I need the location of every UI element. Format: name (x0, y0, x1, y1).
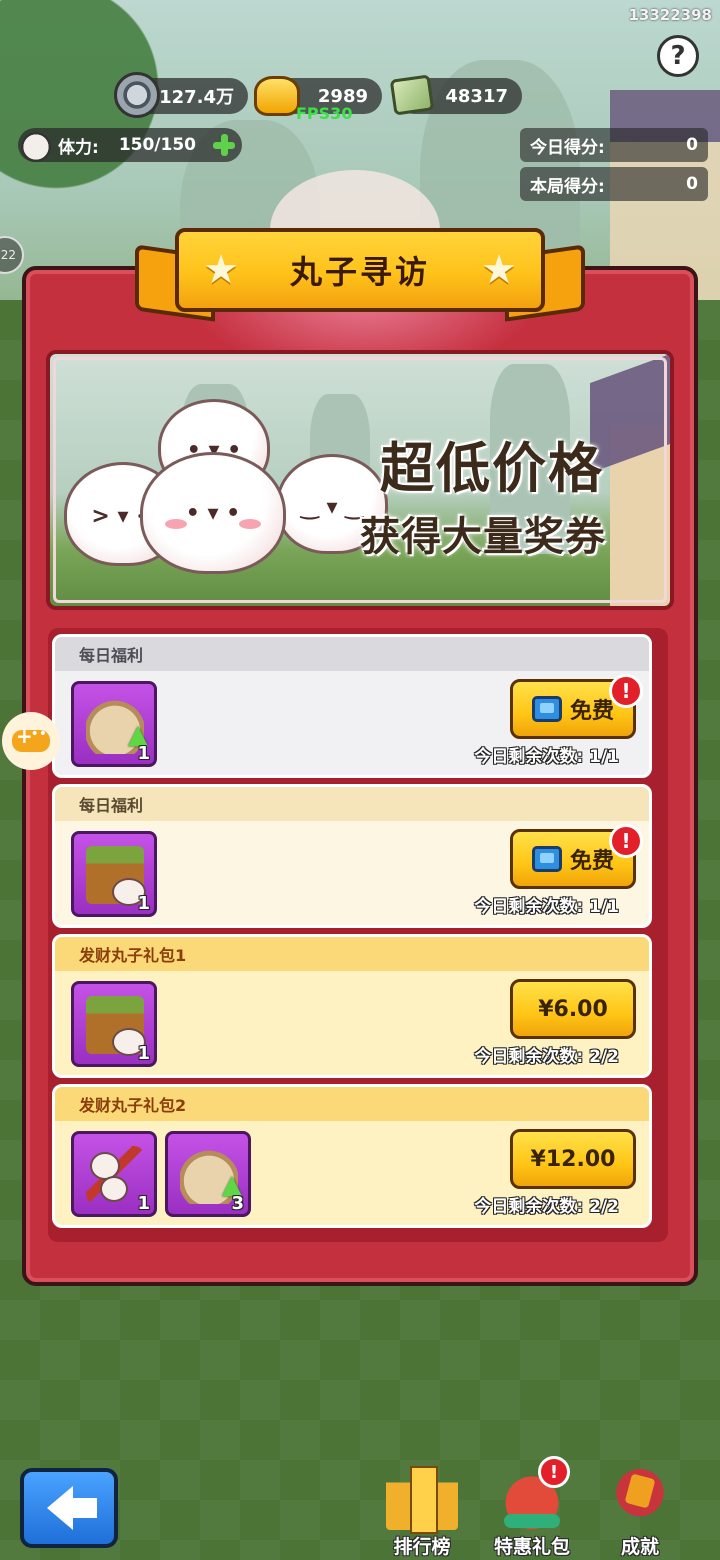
button-label: ¥6.00 (538, 996, 608, 1022)
remaining-count: 今日剩余次数: 2/2 (474, 1047, 619, 1067)
reward-item-slot[interactable]: 1 (71, 831, 157, 917)
offer-card: 发财丸子礼包1 1 ¥6.00 今日剩余次数: 2/2 (52, 934, 652, 1078)
stamina-label: 体力: (58, 137, 99, 158)
podium-icon (386, 1462, 458, 1534)
offer-card: 发财丸子礼包2 1 3 ¥12.00 今日剩余次数: 2/2 (52, 1084, 652, 1228)
ticket-icon (389, 74, 435, 116)
coin-counter: 127.4万 (114, 72, 248, 118)
coin-value: 127.4万 (159, 87, 234, 108)
button-label: ¥12.00 (530, 1146, 616, 1172)
flour-sack-upgrade-icon (180, 1146, 242, 1204)
remaining-count: 今日剩余次数: 2/2 (474, 1197, 619, 1217)
today-score-label: 今日得分: (530, 137, 605, 158)
reward-item-slot[interactable]: 1 (71, 981, 157, 1067)
title-ribbon: ★ 丸子寻访 ★ (135, 228, 585, 324)
item-count: 1 (137, 1043, 150, 1064)
coin-icon (114, 72, 160, 118)
nav-achievement[interactable]: 成就 (590, 1462, 690, 1560)
promo-banner: • ▾ • > ▾ < ‿ ▾ ‿ • ▾ • 超低价格 获得大量奖券 (46, 350, 674, 610)
fps-counter: FPS30 (296, 104, 353, 123)
remaining-count: 今日剩余次数: 1/1 (474, 897, 619, 917)
panel-title: 丸子寻访 (289, 253, 430, 291)
offer-title: 每日福利 (55, 637, 649, 671)
ticket-value: 48317 (445, 85, 508, 107)
alert-icon: ! (609, 824, 643, 858)
nav-leaderboard[interactable]: 排行榜 (372, 1462, 472, 1560)
gamepad-icon (12, 724, 50, 752)
item-count: 1 (137, 743, 150, 764)
reward-item-slot[interactable]: 1 (71, 1131, 157, 1217)
user-id: 13322398 (628, 6, 713, 24)
dumpling-box-icon (86, 996, 146, 1056)
today-score-row: 今日得分: 0 (520, 128, 708, 162)
alert-icon: ! (538, 1456, 570, 1488)
dumpling-skewer-icon (86, 1146, 144, 1204)
stamina-bar: 体力: 150/150 (16, 125, 242, 165)
back-button[interactable] (20, 1468, 118, 1548)
add-stamina-plus-icon[interactable] (212, 133, 236, 157)
button-label: 免费 (569, 849, 614, 874)
offer-title: 发财丸子礼包2 (55, 1087, 649, 1121)
nav-special-gift-label: 特惠礼包 (493, 1536, 570, 1558)
remaining-count: 今日剩余次数: 1/1 (474, 747, 619, 767)
floating-gamepad-button[interactable] (2, 712, 60, 770)
dumpling-box-icon (86, 846, 146, 906)
free-claim-button[interactable]: 免费 ! (510, 824, 643, 889)
back-arrow-icon (47, 1486, 97, 1530)
nav-special-gift[interactable]: ! 特惠礼包 (482, 1456, 582, 1560)
stamina-icon (16, 125, 56, 165)
offer-card: 每日福利 1 免费 ! 今日剩余次数: 1/1 (52, 634, 652, 778)
reward-item-slot[interactable]: 1 (71, 681, 157, 767)
reward-item-slot[interactable]: 3 (165, 1131, 251, 1217)
offer-card: 每日福利 1 免费 ! 今日剩余次数: 1/1 (52, 784, 652, 928)
button-label: 免费 (569, 699, 614, 724)
star-icon: ★ (481, 247, 517, 293)
achievement-icon (604, 1462, 676, 1530)
ticket-counter: 48317 (389, 74, 522, 116)
item-count: 3 (231, 1193, 244, 1214)
round-score-value: 0 (686, 174, 698, 194)
round-score-label: 本局得分: (530, 176, 605, 197)
video-ad-icon (531, 696, 562, 722)
today-score-value: 0 (686, 135, 698, 155)
ribbon-body: ★ 丸子寻访 ★ (175, 228, 545, 312)
help-button[interactable]: ? (657, 35, 699, 77)
item-count: 1 (137, 893, 150, 914)
purchase-button[interactable]: ¥6.00 (510, 979, 636, 1039)
offer-title: 每日福利 (55, 787, 649, 821)
free-claim-button[interactable]: 免费 ! (510, 674, 643, 739)
purchase-button[interactable]: ¥12.00 (510, 1129, 636, 1189)
video-ad-icon (531, 846, 562, 872)
flour-sack-upgrade-icon (86, 696, 148, 754)
item-count: 1 (137, 1193, 150, 1214)
stamina-value: 150/150 (118, 135, 196, 155)
gold-ingot-icon (254, 76, 300, 116)
round-score-row: 本局得分: 0 (520, 167, 708, 201)
alert-icon: ! (609, 674, 643, 708)
banner-border (53, 357, 667, 603)
nav-achievement-label: 成就 (620, 1536, 659, 1558)
offer-title: 发财丸子礼包1 (55, 937, 649, 971)
star-icon: ★ (203, 247, 239, 293)
nav-leaderboard-label: 排行榜 (393, 1536, 451, 1558)
